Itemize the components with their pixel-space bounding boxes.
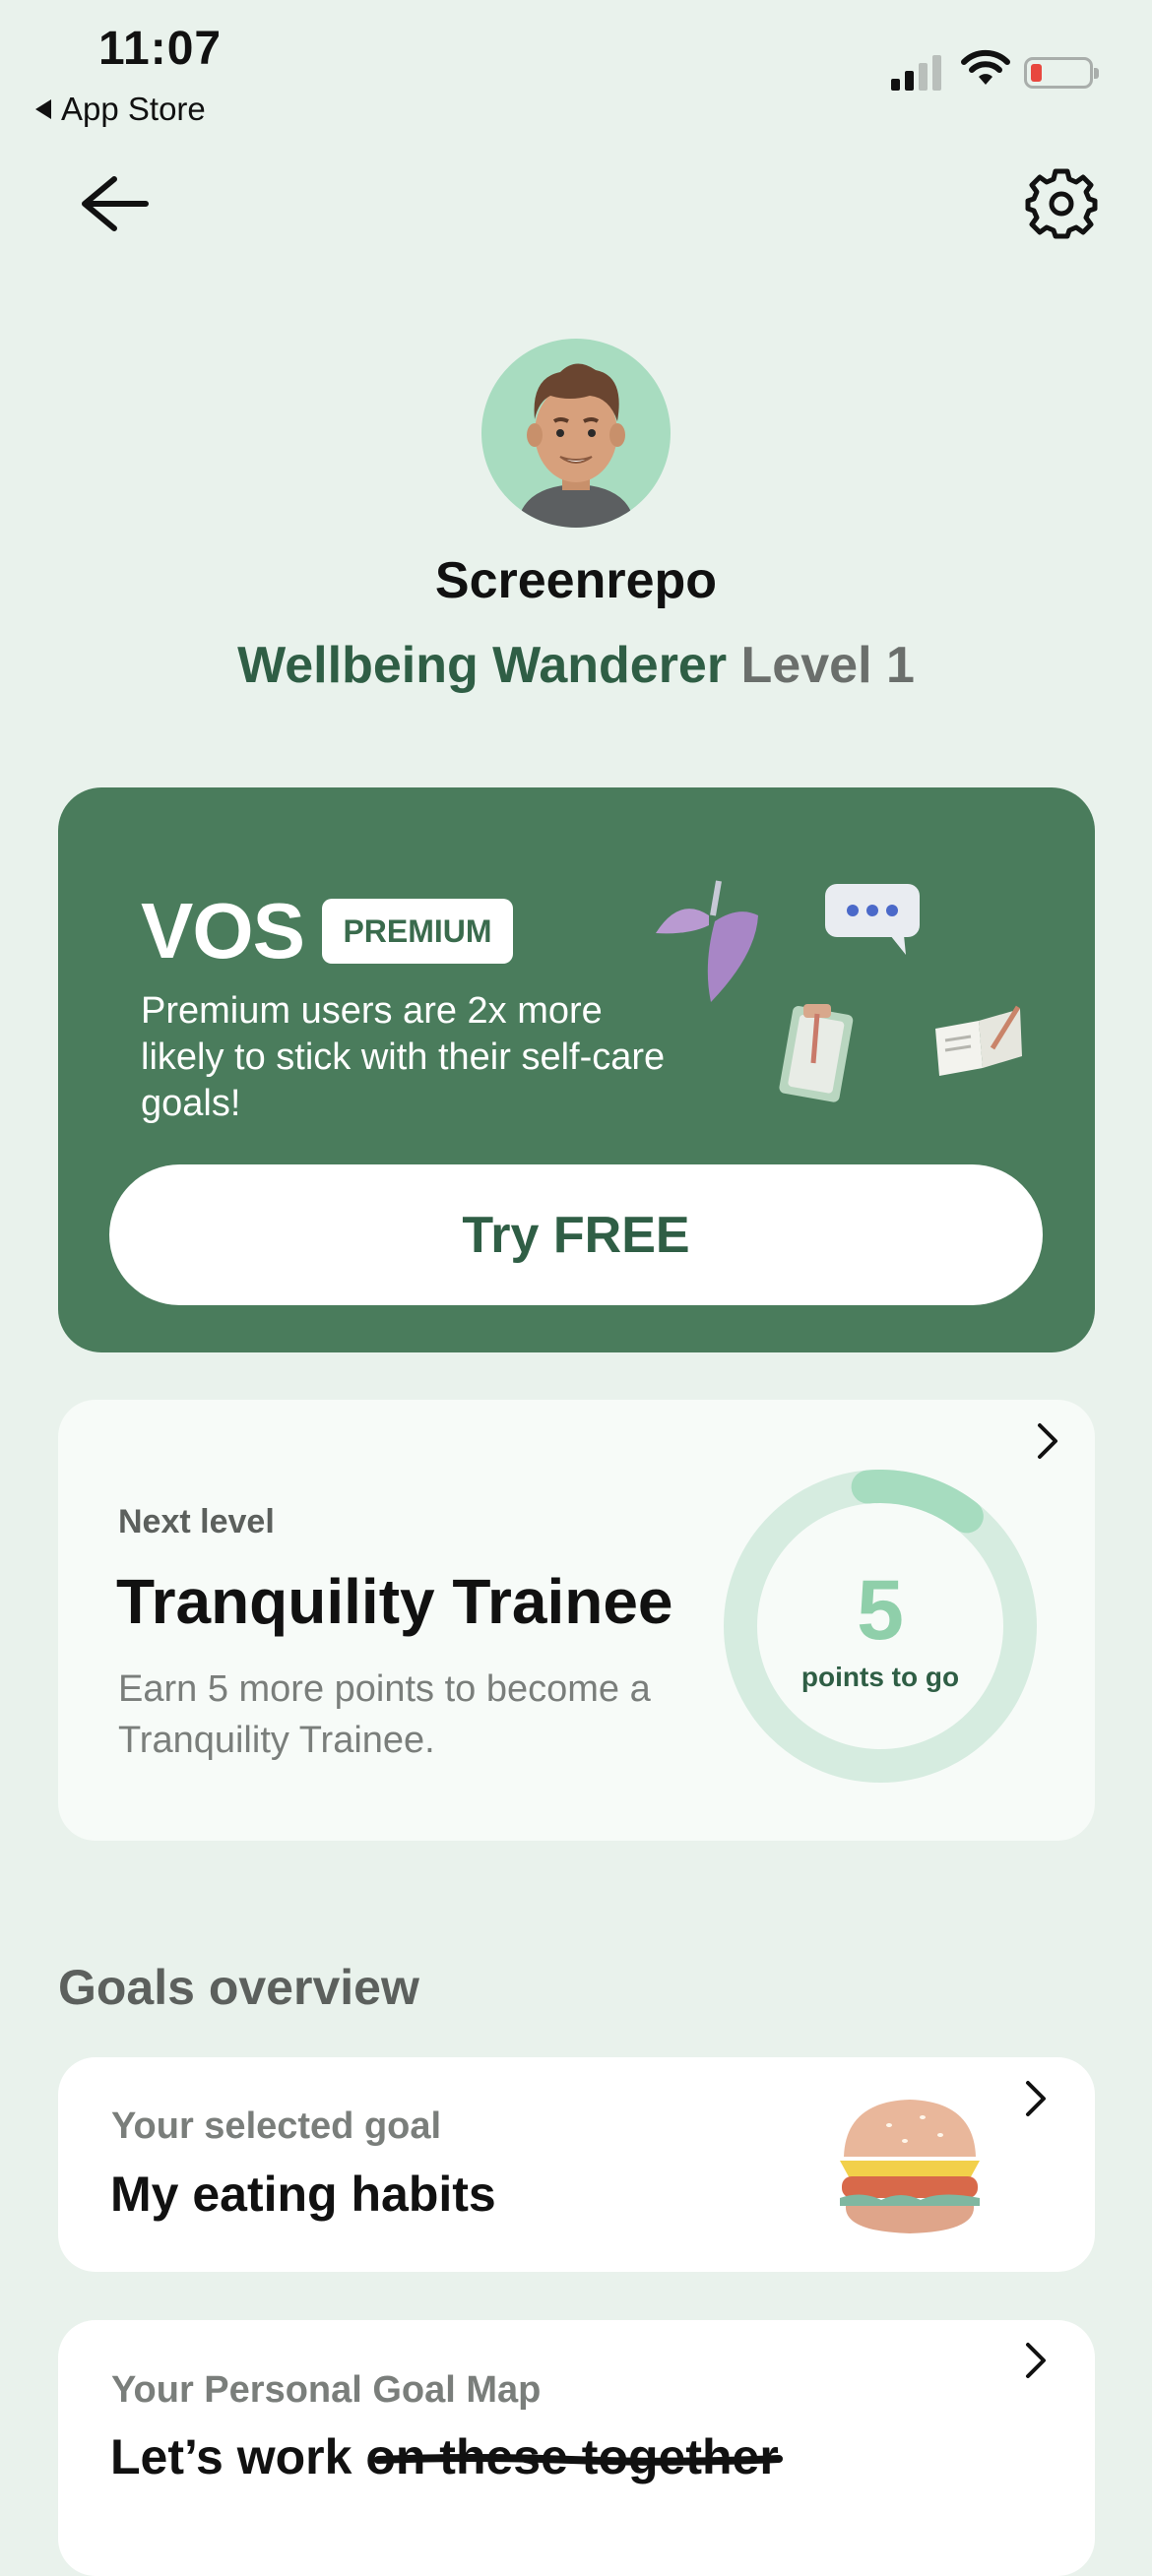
next-level-description: Earn 5 more points to become a Tranquili…: [118, 1668, 651, 1761]
arrow-left-icon[interactable]: [75, 169, 154, 238]
user-level: Wellbeing Wanderer Level 1: [0, 636, 1152, 695]
avatar-illustration: [517, 363, 635, 528]
chat-bubble-icon: [825, 884, 920, 955]
next-level-title: Tranquility Trainee: [116, 1566, 673, 1637]
chevron-right-icon[interactable]: [1034, 1419, 1061, 1463]
notebook-icon: [935, 1005, 1022, 1076]
strikethrough-scribble: [374, 2454, 783, 2466]
status-time: 11:07: [98, 23, 223, 75]
try-free-button[interactable]: Try FREE: [109, 1164, 1043, 1305]
back-app-label: App Store: [61, 91, 206, 127]
chevron-right-icon[interactable]: [1022, 2077, 1050, 2120]
burger-icon: [840, 2100, 980, 2233]
cellular-signal-icon: [891, 55, 941, 91]
wifi-icon: [961, 49, 1010, 85]
lungs-icon: [656, 880, 758, 1002]
selected-goal-title: My eating habits: [110, 2167, 496, 2222]
next-level-label: Next level: [118, 1503, 275, 1540]
goal-map-label: Your Personal Goal Map: [111, 2369, 542, 2411]
premium-description: Premium users are 2x more likely to stic…: [141, 990, 666, 1124]
selected-goal-label: Your selected goal: [111, 2105, 442, 2147]
back-triangle-icon: [35, 99, 51, 119]
premium-badge: PREMIUM: [322, 899, 513, 964]
brand-logo: VOS: [141, 887, 305, 974]
goals-heading: Goals overview: [58, 1960, 419, 2015]
gear-icon[interactable]: [1024, 165, 1099, 240]
back-to-app-link[interactable]: App Store: [35, 91, 206, 128]
chevron-right-icon[interactable]: [1022, 2339, 1050, 2382]
points-caption: points to go: [800, 1662, 960, 1692]
level-number: Level 1: [740, 637, 915, 694]
username: Screenrepo: [434, 552, 718, 609]
avatar: [481, 339, 671, 528]
clipboard-icon: [779, 1004, 854, 1102]
battery-icon: [1024, 57, 1099, 89]
level-title: Wellbeing Wanderer: [237, 637, 728, 694]
points-remaining: 5: [857, 1563, 904, 1658]
